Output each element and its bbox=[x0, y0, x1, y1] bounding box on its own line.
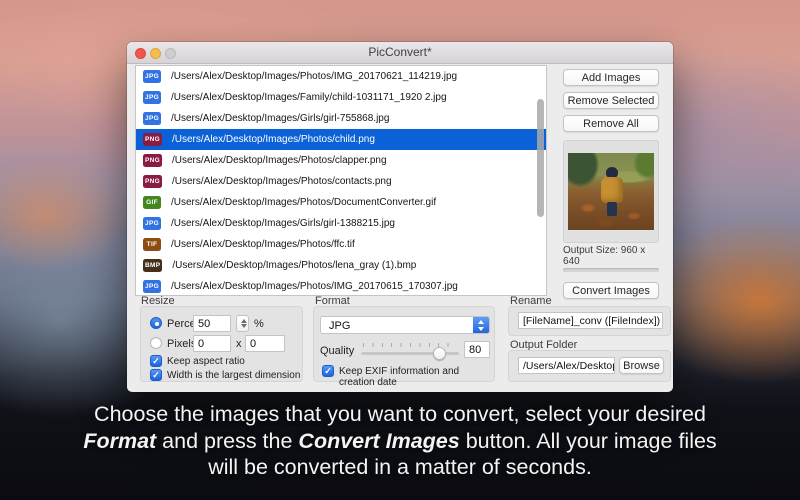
keep-aspect-checkbox[interactable]: ✓ bbox=[150, 355, 162, 367]
file-path: /Users/Alex/Desktop/Images/Family/child-… bbox=[171, 92, 447, 103]
pixels-height-input[interactable]: 0 bbox=[245, 335, 285, 352]
scrollbar-thumb[interactable] bbox=[537, 99, 544, 217]
output-folder-input[interactable]: /Users/Alex/Desktop bbox=[518, 357, 615, 374]
file-format-badge: JPG bbox=[143, 70, 161, 83]
quality-label: Quality bbox=[320, 345, 355, 357]
output-folder-group: /Users/Alex/Desktop Browse bbox=[508, 350, 671, 382]
file-row[interactable]: BMP/Users/Alex/Desktop/Images/Photos/len… bbox=[136, 255, 546, 276]
remove-all-button[interactable]: Remove All bbox=[563, 115, 659, 132]
minimize-icon[interactable] bbox=[150, 48, 161, 59]
largest-dimension-checkbox[interactable]: ✓ bbox=[150, 369, 162, 381]
browse-button[interactable]: Browse bbox=[619, 357, 664, 374]
file-path: /Users/Alex/Desktop/Images/Girls/girl-75… bbox=[171, 113, 390, 124]
file-row[interactable]: JPG/Users/Alex/Desktop/Images/Family/chi… bbox=[136, 87, 546, 108]
convert-images-button[interactable]: Convert Images bbox=[563, 282, 659, 299]
pixels-x-label: x bbox=[236, 338, 242, 350]
preview-child-legs bbox=[607, 202, 617, 216]
preview-image bbox=[568, 153, 654, 230]
file-row[interactable]: PNG/Users/Alex/Desktop/Images/Photos/cla… bbox=[136, 150, 546, 171]
caption-line-2: Format and press the Convert Images butt… bbox=[83, 428, 717, 453]
rename-group: [FileName]_conv ([FileIndex]) bbox=[508, 306, 671, 336]
file-list[interactable]: JPG/Users/Alex/Desktop/Images/Photos/IMG… bbox=[135, 65, 547, 296]
preview-child-coat bbox=[601, 177, 623, 203]
resize-group: Percents 50 % Pixels 0 x 0 ✓ Keep aspect… bbox=[140, 306, 303, 382]
rename-pattern-input[interactable]: [FileName]_conv ([FileIndex]) bbox=[518, 312, 663, 329]
file-format-badge: JPG bbox=[143, 91, 161, 104]
keep-aspect-label: Keep aspect ratio bbox=[167, 356, 245, 367]
caption-line-3: will be converted in a matter of seconds… bbox=[208, 455, 592, 479]
zoom-icon bbox=[165, 48, 176, 59]
window-titlebar[interactable]: PicConvert* bbox=[127, 42, 673, 64]
remove-selected-button[interactable]: Remove Selected bbox=[563, 92, 659, 109]
conversion-progress-bar bbox=[563, 268, 659, 272]
format-group: JPG Quality 80 ✓ Keep EXIF information a… bbox=[313, 306, 495, 388]
caption-text: Choose the images that you want to conve… bbox=[0, 401, 800, 481]
file-row[interactable]: JPG/Users/Alex/Desktop/Images/Girls/girl… bbox=[136, 213, 546, 234]
file-path: /Users/Alex/Desktop/Images/Photos/child.… bbox=[172, 134, 375, 145]
format-dropdown-value: JPG bbox=[329, 319, 351, 332]
file-format-badge: BMP bbox=[143, 259, 163, 272]
pixels-width-input[interactable]: 0 bbox=[193, 335, 231, 352]
file-path: /Users/Alex/Desktop/Images/Photos/ffc.ti… bbox=[171, 239, 355, 250]
output-size-label: Output Size: 960 x 640 bbox=[563, 245, 646, 267]
file-path: /Users/Alex/Desktop/Images/Photos/clappe… bbox=[172, 155, 387, 166]
file-format-badge: GIF bbox=[143, 196, 161, 209]
file-row[interactable]: GIF/Users/Alex/Desktop/Images/Photos/Doc… bbox=[136, 192, 546, 213]
file-row[interactable]: PNG/Users/Alex/Desktop/Images/Photos/chi… bbox=[136, 129, 546, 150]
slider-thumb[interactable] bbox=[432, 347, 446, 360]
app-window: PicConvert* JPG/Users/Alex/Desktop/Image… bbox=[127, 42, 673, 392]
dropdown-arrows-icon bbox=[473, 317, 489, 333]
file-row[interactable]: JPG/Users/Alex/Desktop/Images/Photos/IMG… bbox=[136, 66, 546, 87]
slider-ticks bbox=[363, 343, 457, 347]
file-row[interactable]: JPG/Users/Alex/Desktop/Images/Girls/girl… bbox=[136, 108, 546, 129]
file-row[interactable]: PNG/Users/Alex/Desktop/Images/Photos/con… bbox=[136, 171, 546, 192]
file-format-badge: PNG bbox=[143, 175, 162, 188]
add-images-button[interactable]: Add Images bbox=[563, 69, 659, 86]
pixels-radio[interactable] bbox=[150, 337, 162, 349]
file-format-badge: TIF bbox=[143, 238, 161, 251]
percent-sign-label: % bbox=[254, 318, 264, 330]
percents-input[interactable]: 50 bbox=[193, 315, 231, 332]
percents-radio[interactable] bbox=[150, 317, 162, 329]
file-format-badge: PNG bbox=[143, 154, 162, 167]
keep-exif-label: Keep EXIF information and creation date bbox=[339, 366, 460, 388]
file-path: /Users/Alex/Desktop/Images/Photos/IMG_20… bbox=[171, 281, 458, 292]
close-icon[interactable] bbox=[135, 48, 146, 59]
file-path: /Users/Alex/Desktop/Images/Girls/girl-13… bbox=[171, 218, 395, 229]
file-path: /Users/Alex/Desktop/Images/Photos/lena_g… bbox=[172, 260, 417, 271]
quality-input[interactable]: 80 bbox=[464, 341, 490, 358]
format-dropdown[interactable]: JPG bbox=[320, 316, 490, 334]
largest-dimension-label: Width is the largest dimension bbox=[167, 370, 301, 381]
preview-panel bbox=[563, 140, 659, 243]
desktop-wallpaper: PicConvert* JPG/Users/Alex/Desktop/Image… bbox=[0, 0, 800, 500]
keep-exif-checkbox[interactable]: ✓ bbox=[322, 365, 334, 377]
file-path: /Users/Alex/Desktop/Images/Photos/IMG_20… bbox=[171, 71, 458, 82]
percents-stepper[interactable] bbox=[236, 315, 249, 332]
caption-line-1: Choose the images that you want to conve… bbox=[94, 402, 706, 426]
pixels-label: Pixels bbox=[167, 338, 197, 350]
file-path: /Users/Alex/Desktop/Images/Photos/contac… bbox=[172, 176, 392, 187]
file-row[interactable]: JPG/Users/Alex/Desktop/Images/Photos/IMG… bbox=[136, 276, 546, 295]
file-row[interactable]: TIF/Users/Alex/Desktop/Images/Photos/ffc… bbox=[136, 234, 546, 255]
file-format-badge: JPG bbox=[143, 280, 161, 293]
file-format-badge: JPG bbox=[143, 217, 161, 230]
file-format-badge: PNG bbox=[143, 133, 162, 146]
quality-slider[interactable] bbox=[361, 343, 459, 360]
file-format-badge: JPG bbox=[143, 112, 161, 125]
file-path: /Users/Alex/Desktop/Images/Photos/Docume… bbox=[171, 197, 437, 208]
window-title: PicConvert* bbox=[368, 45, 432, 59]
